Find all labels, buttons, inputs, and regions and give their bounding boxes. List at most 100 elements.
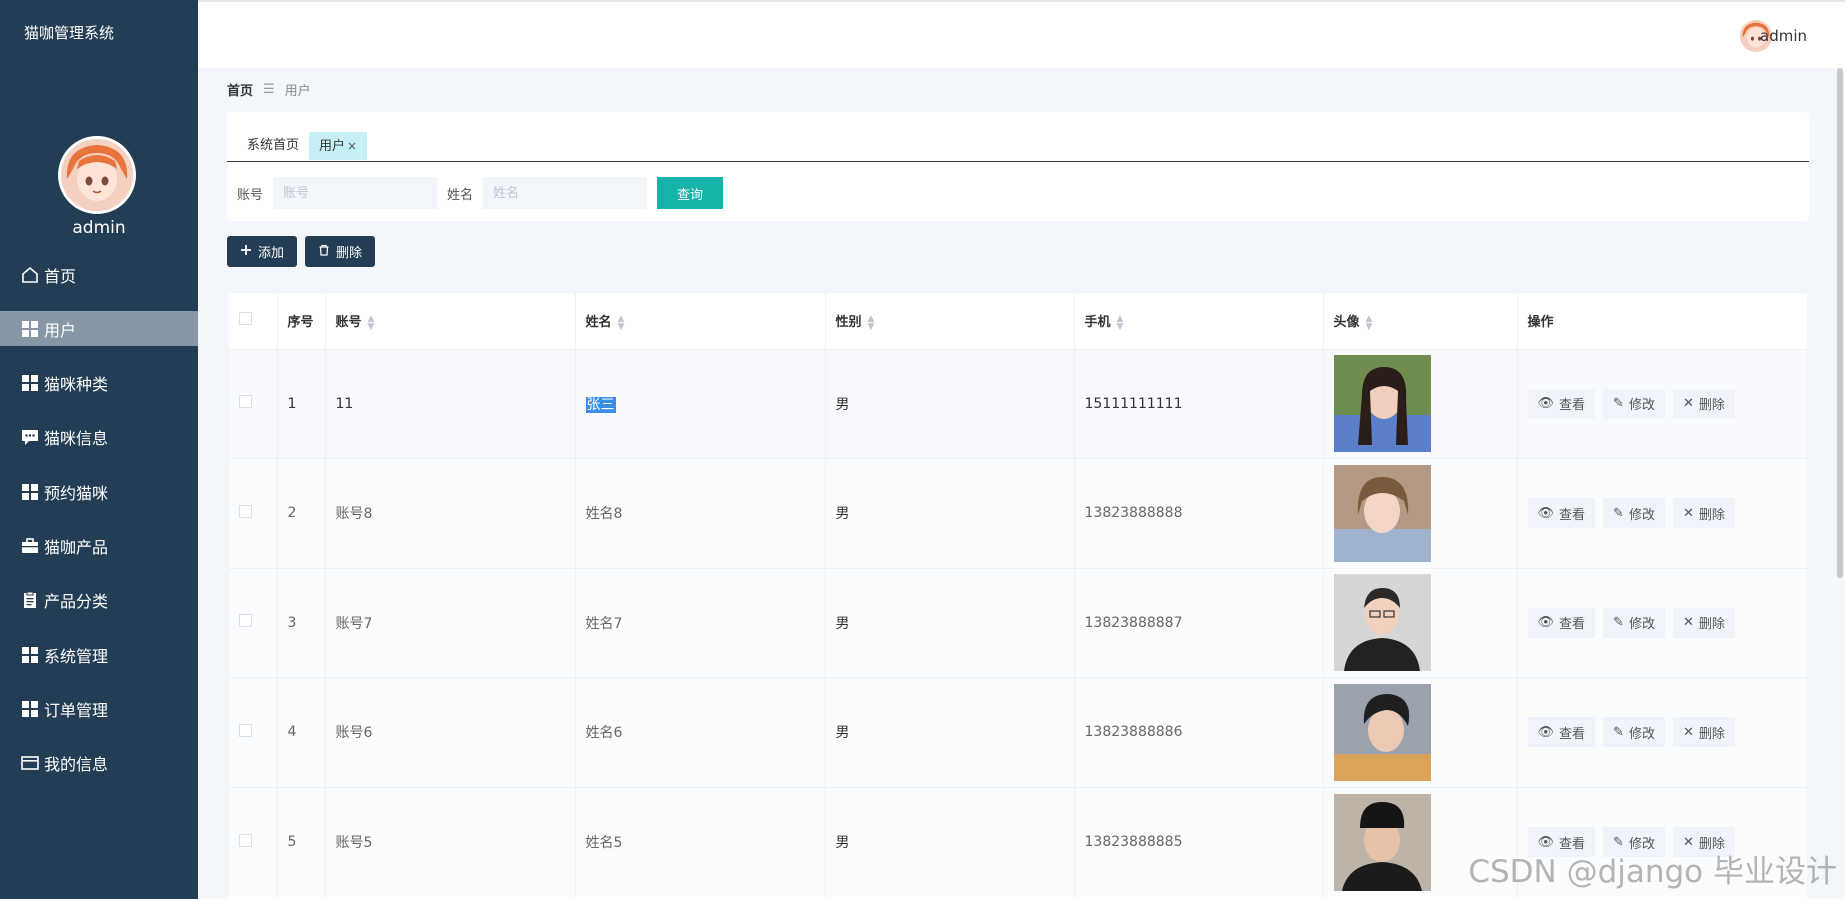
select-all-checkbox[interactable]	[239, 312, 252, 326]
cell-gender: 男	[825, 786, 1075, 897]
cell-avatar	[1323, 348, 1518, 459]
row-select-cell[interactable]	[229, 348, 278, 459]
breadcrumb-home[interactable]: 首页	[227, 80, 253, 99]
header-name[interactable]: 姓名 ▲ ▼	[575, 293, 826, 349]
sidebar-item-my-info[interactable]: 我的信息	[0, 746, 198, 781]
sidebar-item-cat-types[interactable]: 猫咪种类	[0, 366, 198, 401]
edit-button[interactable]: ✎ 修改	[1603, 498, 1665, 529]
sidebar-item-cat-booking[interactable]: 预约猫咪	[0, 474, 198, 509]
sidebar-item-label: 用户	[44, 320, 77, 340]
cell-phone: 13823888886	[1074, 677, 1324, 787]
top-username[interactable]: admin	[1760, 27, 1807, 45]
add-button[interactable]: 添加	[227, 236, 298, 267]
account-text: 11	[335, 395, 354, 412]
sidebar-username: admin	[72, 218, 126, 238]
sidebar-item-product-categories[interactable]: 产品分类	[0, 583, 198, 618]
header-label: 性别	[835, 315, 862, 330]
close-icon[interactable]: ×	[347, 139, 357, 153]
close-icon: ✕	[1682, 505, 1694, 521]
edit-button[interactable]: ✎ 修改	[1603, 607, 1665, 638]
tab-users[interactable]: 用户 ×	[309, 132, 368, 160]
header-account[interactable]: 账号 ▲ ▼	[325, 293, 576, 349]
view-button[interactable]: 👁 查看	[1527, 717, 1596, 748]
name-text: 张三	[585, 396, 616, 413]
view-button[interactable]: 👁 查看	[1527, 498, 1596, 529]
grid-icon	[20, 699, 40, 719]
table-row[interactable]: 3 账号7 姓名7 男 13823888887 👁 查看 ✎ 修改 ✕ 删除	[229, 567, 1807, 678]
cell-avatar	[1323, 677, 1518, 787]
account-input[interactable]	[273, 177, 438, 209]
row-select-cell[interactable]	[229, 677, 278, 787]
view-button[interactable]: 👁 查看	[1527, 388, 1596, 419]
query-button[interactable]: 查询	[657, 177, 724, 209]
cell-avatar	[1323, 458, 1518, 568]
eye-icon: 👁	[1537, 615, 1555, 631]
chat-icon	[20, 427, 40, 447]
view-button[interactable]: 👁 查看	[1527, 607, 1596, 638]
row-delete-button[interactable]: ✕ 删除	[1672, 607, 1735, 638]
row-select-cell[interactable]	[229, 567, 278, 678]
eye-icon: 👁	[1537, 724, 1555, 740]
sort-icon[interactable]: ▲ ▼	[1366, 314, 1373, 331]
search-panel: 系统首页 用户× 账号 姓名 查询	[227, 112, 1809, 221]
cell-account: 账号6	[325, 677, 576, 787]
sidebar-item-orders[interactable]: 订单管理	[0, 691, 198, 726]
sidebar-item-label: 订单管理	[44, 700, 109, 720]
row-checkbox[interactable]	[239, 833, 252, 847]
table-row[interactable]: 4 账号6 姓名6 男 13823888886 👁 查看 ✎ 修改 ✕ 删除	[229, 677, 1807, 787]
page-scrollbar[interactable]	[1837, 68, 1843, 578]
cell-index: 2	[277, 458, 326, 568]
row-checkbox[interactable]	[239, 614, 252, 628]
tab-system-home[interactable]: 系统首页	[237, 132, 309, 160]
sidebar-item-cat-info[interactable]: 猫咪信息	[0, 420, 198, 455]
cell-ops: 👁 查看 ✎ 修改 ✕ 删除	[1517, 458, 1807, 568]
sort-icon[interactable]: ▲ ▼	[1117, 314, 1124, 331]
header-select-all[interactable]	[229, 293, 278, 349]
card-icon	[20, 753, 40, 773]
cell-ops: 👁 查看 ✎ 修改 ✕ 删除	[1517, 348, 1807, 459]
sidebar-item-users[interactable]: 用户	[0, 311, 198, 347]
name-input[interactable]	[483, 177, 648, 209]
sidebar-item-label: 产品分类	[44, 592, 109, 612]
sort-icon[interactable]: ▲ ▼	[368, 314, 375, 331]
edit-button[interactable]: ✎ 修改	[1603, 388, 1665, 419]
row-delete-button[interactable]: ✕ 删除	[1672, 388, 1735, 419]
header-label: 姓名	[585, 315, 612, 330]
user-photo	[1333, 355, 1431, 453]
user-photo	[1333, 683, 1431, 781]
row-checkbox[interactable]	[239, 395, 252, 409]
sidebar-item-products[interactable]: 猫咖产品	[0, 528, 198, 563]
breadcrumb-current: 用户	[284, 84, 311, 99]
row-delete-button[interactable]: ✕ 删除	[1672, 717, 1735, 748]
row-checkbox[interactable]	[239, 504, 252, 518]
header-gender[interactable]: 性别 ▲ ▼	[825, 293, 1075, 349]
header-index: 序号	[277, 293, 326, 349]
sort-icon[interactable]: ▲ ▼	[618, 314, 625, 331]
sidebar-item-system[interactable]: 系统管理	[0, 637, 198, 672]
plus-icon	[240, 244, 252, 260]
row-select-cell[interactable]	[229, 786, 278, 897]
view-label: 查看	[1559, 726, 1586, 742]
row-delete-button[interactable]: ✕ 删除	[1672, 498, 1735, 529]
user-photo	[1333, 464, 1431, 562]
header-avatar[interactable]: 头像 ▲ ▼	[1323, 293, 1518, 349]
cell-gender: 男	[825, 567, 1075, 678]
sidebar-item-label: 我的信息	[44, 755, 109, 775]
sidebar-item-home[interactable]: 首页	[0, 257, 198, 292]
table-row[interactable]: 2 账号8 姓名8 男 13823888888 👁 查看 ✎ 修改 ✕ 删除	[229, 458, 1807, 568]
cell-phone: 13823888888	[1074, 458, 1324, 568]
sort-icon[interactable]: ▲ ▼	[868, 314, 875, 331]
row-checkbox[interactable]	[239, 723, 252, 737]
cell-account: 账号7	[325, 567, 576, 678]
cell-avatar	[1323, 567, 1518, 678]
cell-gender: 男	[825, 677, 1075, 787]
briefcase-icon	[20, 536, 40, 556]
header-phone[interactable]: 手机 ▲ ▼	[1074, 293, 1324, 349]
row-select-cell[interactable]	[229, 458, 278, 568]
tab-divider	[227, 161, 1809, 162]
delete-button[interactable]: 删除	[305, 236, 376, 267]
table-row[interactable]: 1 11 张三 男 15111111111 👁 查看 ✎ 修改 ✕ 删除	[229, 348, 1807, 459]
edit-icon: ✎	[1613, 505, 1624, 521]
cell-account: 11	[325, 348, 576, 459]
edit-button[interactable]: ✎ 修改	[1603, 717, 1665, 748]
